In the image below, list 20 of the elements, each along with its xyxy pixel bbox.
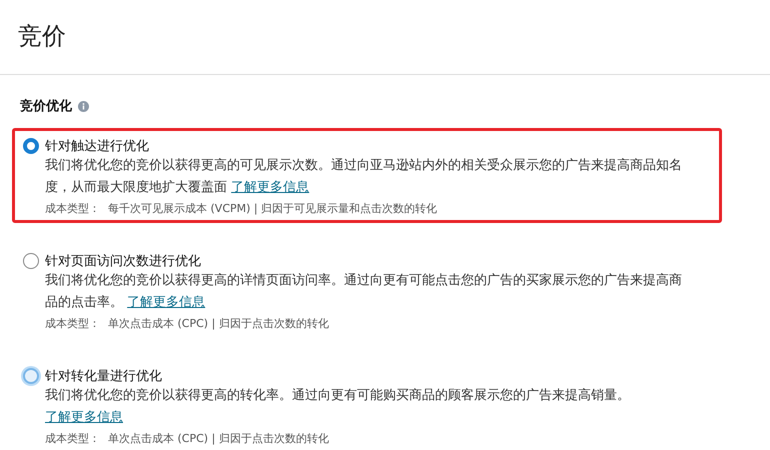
page-title: 竞价 <box>17 21 67 52</box>
option-label: 针对转化量进行优化 <box>45 368 162 385</box>
option-label: 针对页面访问次数进行优化 <box>45 253 201 270</box>
radio-button[interactable] <box>23 253 39 269</box>
radio-button[interactable] <box>23 138 39 154</box>
info-icon[interactable] <box>78 100 89 112</box>
option-description: 我们将优化您的竞价以获得更高的转化率。通过向更有可能购买商品的顾客展示您的广告来提高销量。 了解更多信息 <box>44 387 631 427</box>
learn-more-link[interactable]: 了解更多信息 <box>231 180 310 195</box>
cost-type-value: 单次点击成本 (CPC) | 归因于点击次数的转化 <box>108 316 329 331</box>
option-description: 我们将优化您的竞价以获得更高的详情页面访问率。通过向更有可能点击您的广告的买家展示您的广告来提高商品的点击率。 了解更多信息 <box>44 272 683 312</box>
cost-type-label: 成本类型： <box>45 431 100 446</box>
cost-type-value: 每千次可见展示成本 (VCPM) | 归因于可见展示量和点击次数的转化 <box>108 201 438 216</box>
cost-type-label: 成本类型： <box>45 316 100 331</box>
option-description: 我们将优化您的竞价以获得更高的可见展示次数。通过向亚马逊站内外的相关受众展示您的广告来提高商品知名度，从而最大限度地扩大覆盖面 了解更多信息 <box>44 157 683 197</box>
section-heading: 竞价优化 <box>20 98 72 115</box>
learn-more-link[interactable]: 了解更多信息 <box>127 295 206 310</box>
option-label: 针对触达进行优化 <box>45 138 149 155</box>
cost-type-label: 成本类型： <box>45 201 100 216</box>
cost-type-value: 单次点击成本 (CPC) | 归因于点击次数的转化 <box>108 431 329 446</box>
learn-more-link[interactable]: 了解更多信息 <box>45 410 123 425</box>
